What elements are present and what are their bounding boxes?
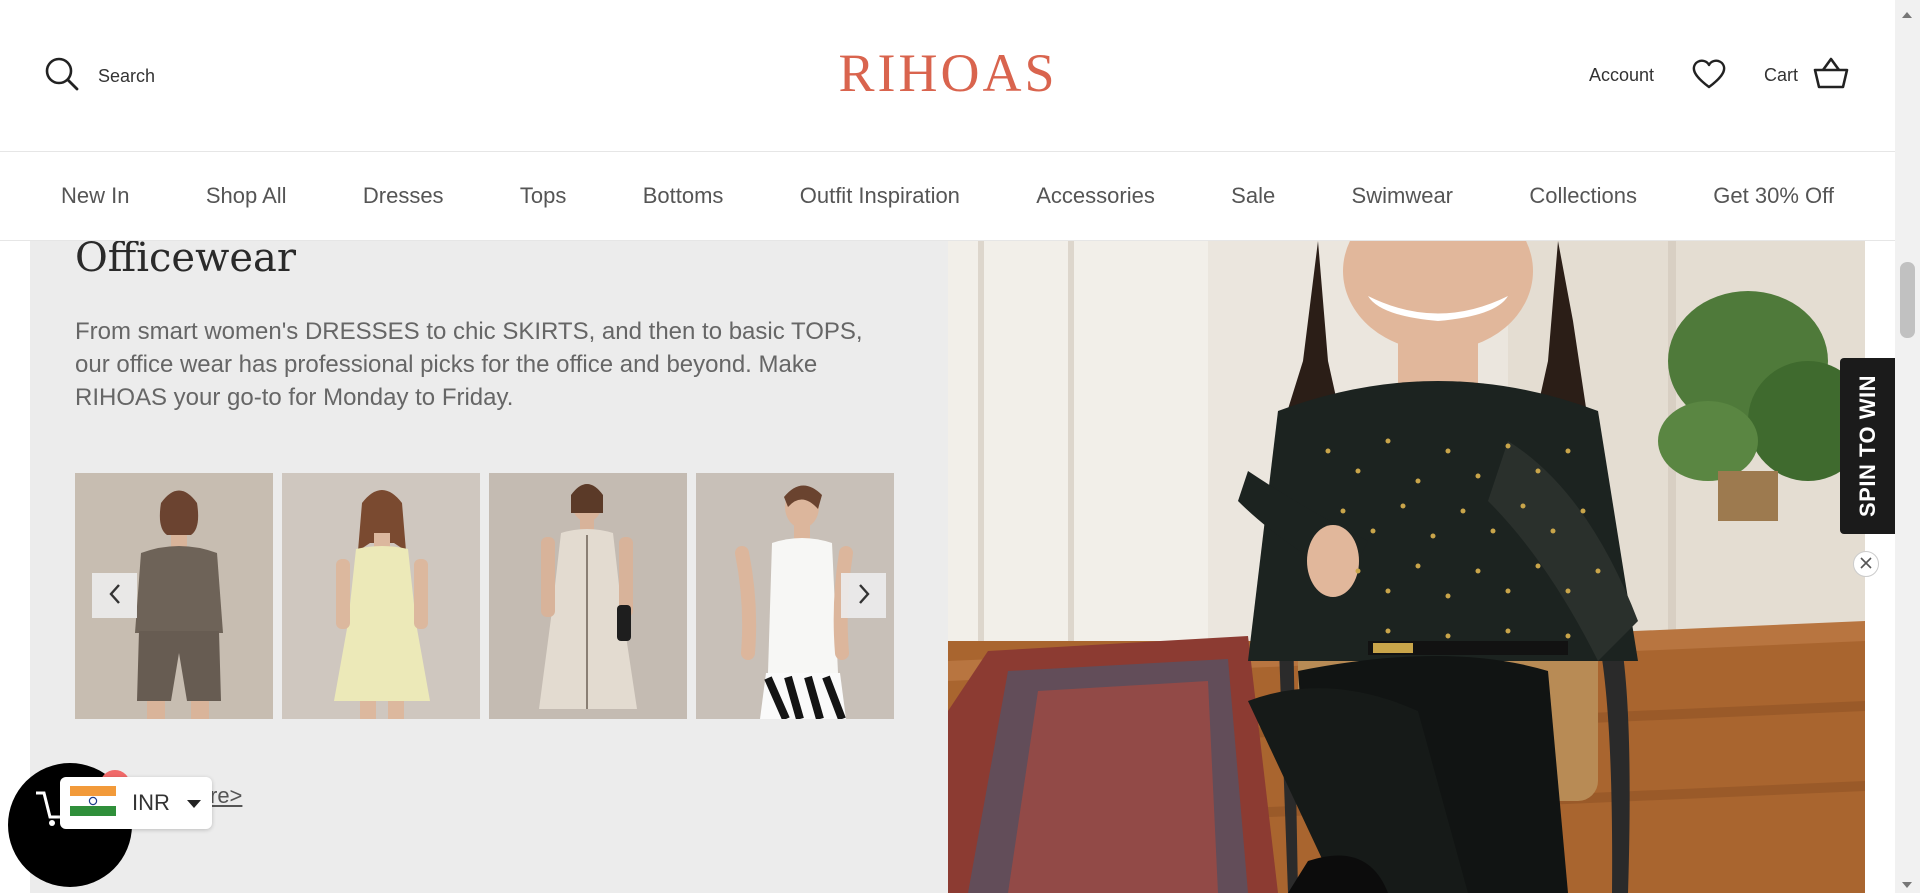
nav-item-get-30-off[interactable]: Get 30% Off: [1713, 183, 1834, 209]
carousel-next-button[interactable]: [841, 573, 886, 618]
site-logo[interactable]: RIHOAS: [828, 42, 1068, 104]
officewear-section: Officewear From smart women's DRESSES to…: [30, 241, 1865, 893]
cart-label: Cart: [1763, 65, 1798, 85]
search-label: Search: [98, 65, 156, 86]
main-navigation: New In Shop All Dresses Tops Bottoms Out…: [0, 152, 1895, 241]
nav-item-tops[interactable]: Tops: [520, 183, 566, 209]
nav-item-swimwear[interactable]: Swimwear: [1352, 183, 1453, 209]
scrollbar-thumb[interactable]: [1900, 262, 1915, 338]
product-carousel: [75, 473, 894, 719]
nav-item-dresses[interactable]: Dresses: [363, 183, 444, 209]
caret-down-icon: [186, 794, 202, 813]
nav-item-bottoms[interactable]: Bottoms: [643, 183, 724, 209]
scroll-down-arrow-icon[interactable]: [1902, 874, 1912, 893]
currency-code: INR: [132, 790, 170, 815]
nav-item-shop-all[interactable]: Shop All: [206, 183, 287, 209]
header-actions: Account Cart: [1589, 56, 1850, 95]
spin-close-button[interactable]: [1853, 551, 1879, 577]
india-flag-icon: [70, 786, 116, 820]
nav-item-accessories[interactable]: Accessories: [1036, 183, 1155, 209]
search-icon: [44, 56, 80, 96]
cart-icon: [1812, 56, 1850, 95]
hero-image: [948, 241, 1865, 893]
chevron-left-icon: [108, 583, 122, 609]
heart-icon: [1692, 59, 1726, 93]
nav-item-outfit-inspiration[interactable]: Outfit Inspiration: [800, 183, 960, 209]
product-thumbnail[interactable]: [282, 473, 480, 719]
spin-to-win-tab[interactable]: SPIN TO WIN: [1840, 358, 1895, 534]
chevron-right-icon: [857, 583, 871, 609]
search-button[interactable]: Search: [44, 56, 155, 96]
explore-more-link[interactable]: re>: [210, 783, 242, 809]
scroll-up-arrow-icon[interactable]: [1902, 4, 1912, 23]
wishlist-button[interactable]: [1692, 59, 1726, 93]
close-icon: [1859, 555, 1873, 574]
nav-item-sale[interactable]: Sale: [1231, 183, 1275, 209]
cart-button[interactable]: Cart: [1764, 56, 1850, 95]
nav-item-collections[interactable]: Collections: [1529, 183, 1637, 209]
section-description: From smart women's DRESSES to chic SKIRT…: [75, 318, 863, 411]
product-thumbnail[interactable]: [489, 473, 687, 719]
nav-item-new-in[interactable]: New In: [61, 183, 129, 209]
spin-to-win-label: SPIN TO WIN: [1854, 375, 1880, 517]
section-heading: Officewear: [75, 241, 296, 281]
account-link[interactable]: Account: [1589, 65, 1654, 86]
site-header: Search RIHOAS Account Cart: [0, 0, 1895, 152]
page-scrollbar[interactable]: [1895, 0, 1920, 893]
carousel-prev-button[interactable]: [92, 573, 137, 618]
currency-selector[interactable]: INR: [60, 777, 212, 829]
